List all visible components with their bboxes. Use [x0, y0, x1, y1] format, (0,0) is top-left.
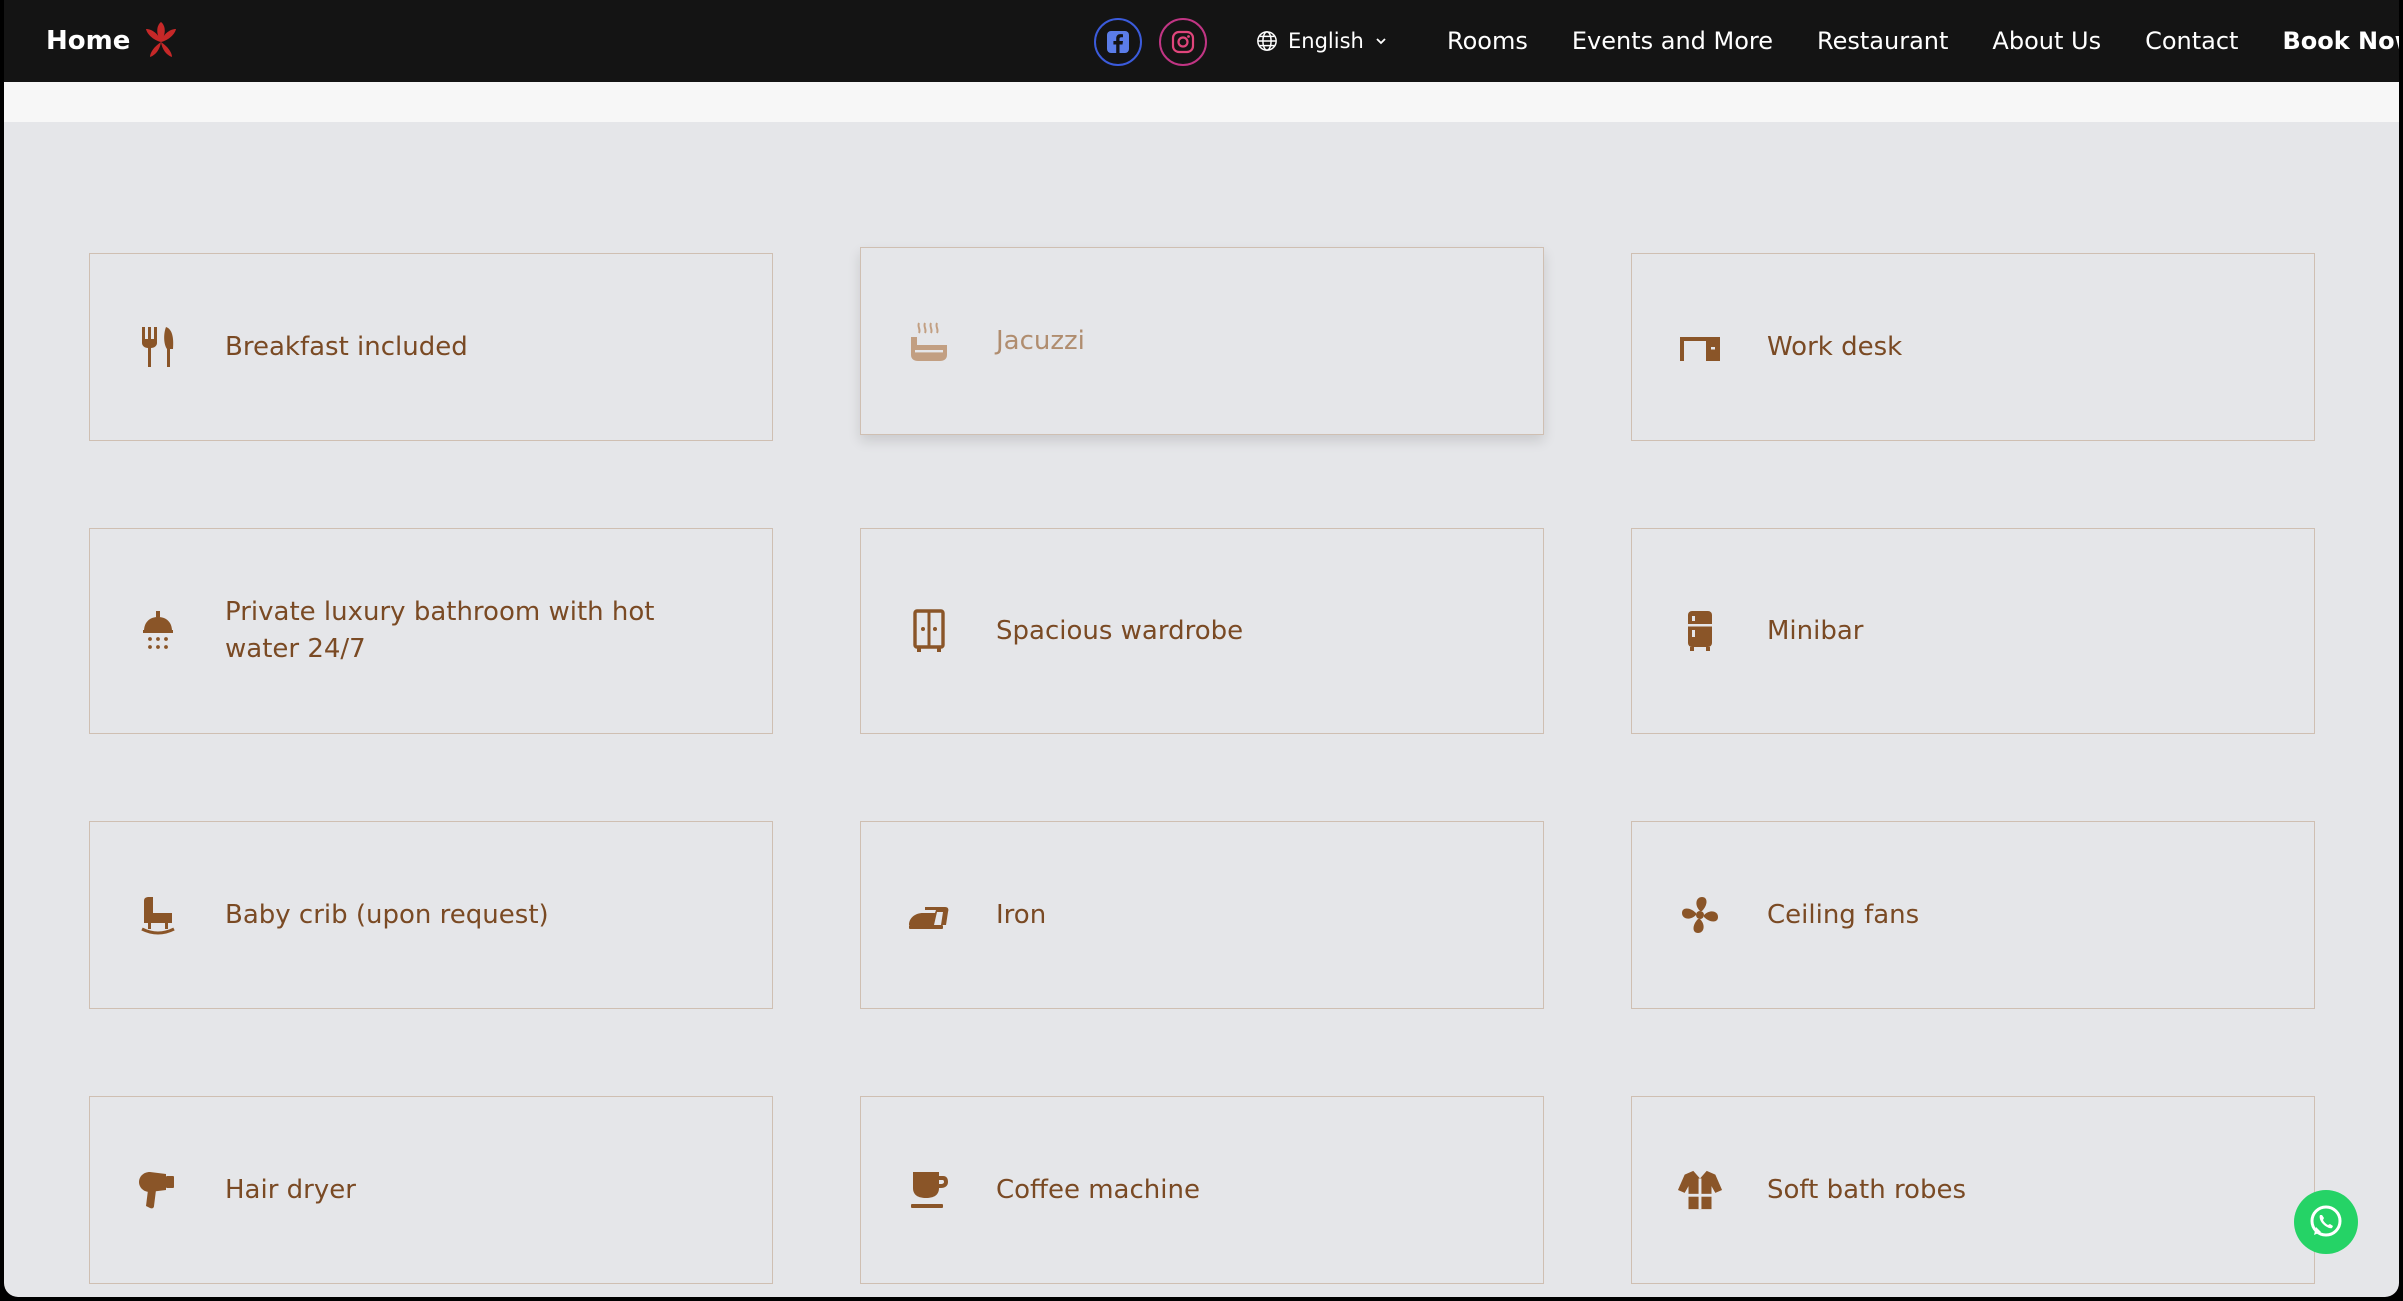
desk-icon [1677, 324, 1723, 370]
globe-icon [1257, 31, 1277, 51]
nav-link-events[interactable]: Events and More [1572, 27, 1773, 55]
iron-icon [906, 892, 952, 938]
leaf-logo-icon [146, 22, 177, 57]
home-link[interactable]: Home [46, 20, 182, 62]
amenity-card-jacuzzi: Jacuzzi [860, 247, 1544, 435]
hot-tub-icon [906, 318, 952, 364]
amenity-label: Soft bath robes [1767, 1174, 1967, 1205]
amenity-label: Work desk [1767, 331, 1903, 362]
nav-link-contact[interactable]: Contact [2145, 27, 2238, 55]
book-now-button[interactable]: Book Now [2282, 27, 2399, 55]
nav-link-rooms[interactable]: Rooms [1447, 27, 1528, 55]
minibar-icon [1677, 608, 1723, 654]
chevron-down-icon [1376, 38, 1386, 45]
amenity-card-breakfast: Breakfast included [89, 253, 773, 441]
utensils-icon [135, 324, 181, 370]
language-selector[interactable]: English [1256, 24, 1388, 58]
bathrobe-icon [1677, 1167, 1723, 1213]
instagram-link[interactable] [1159, 18, 1207, 66]
instagram-icon [1171, 30, 1195, 54]
nav-link-about[interactable]: About Us [1992, 27, 2101, 55]
hair-dryer-icon [135, 1167, 181, 1213]
amenity-card-wardrobe: Spacious wardrobe [860, 528, 1544, 734]
amenity-label: Minibar [1767, 615, 1864, 646]
fan-icon [1677, 892, 1723, 938]
amenity-card-coffee-machine: Coffee machine [860, 1096, 1544, 1284]
amenity-label: Iron [996, 899, 1047, 930]
amenity-label: Hair dryer [225, 1174, 356, 1205]
whatsapp-button[interactable] [2294, 1190, 2358, 1254]
amenity-card-minibar: Minibar [1631, 528, 2315, 734]
amenity-label: Ceiling fans [1767, 899, 1920, 930]
amenity-label: Private luxury bathroom with hot water 2… [225, 597, 655, 664]
amenity-label: Breakfast included [225, 331, 468, 362]
facebook-icon [1107, 31, 1129, 53]
amenity-card-hair-dryer: Hair dryer [89, 1096, 773, 1284]
amenity-label: Jacuzzi [996, 325, 1085, 356]
top-navbar: Home English Rooms Events and More Resta… [4, 0, 2399, 82]
amenity-card-bath-robes: Soft bath robes [1631, 1096, 2315, 1284]
language-label: English [1288, 29, 1364, 53]
whatsapp-icon [2310, 1205, 2342, 1237]
page-frame: Home English Rooms Events and More Resta… [4, 0, 2399, 1297]
amenity-label: Coffee machine [996, 1174, 1200, 1205]
brand-label: Home [46, 26, 131, 56]
amenity-card-baby-crib: Baby crib (upon request) [89, 821, 773, 1009]
nav-link-restaurant[interactable]: Restaurant [1817, 27, 1948, 55]
main-menu: Rooms Events and More Restaurant About U… [1447, 22, 2399, 60]
shower-icon [135, 608, 181, 654]
amenity-card-bathroom: Private luxury bathroom with hot water 2… [89, 528, 773, 734]
amenity-label: Spacious wardrobe [996, 615, 1244, 646]
facebook-link[interactable] [1094, 18, 1142, 66]
header-strip [4, 82, 2399, 122]
amenity-label: Baby crib (upon request) [225, 899, 549, 930]
baby-crib-icon [135, 892, 181, 938]
coffee-icon [906, 1167, 952, 1213]
amenity-card-iron: Iron [860, 821, 1544, 1009]
amenity-card-work-desk: Work desk [1631, 253, 2315, 441]
amenity-card-ceiling-fans: Ceiling fans [1631, 821, 2315, 1009]
wardrobe-icon [906, 608, 952, 654]
